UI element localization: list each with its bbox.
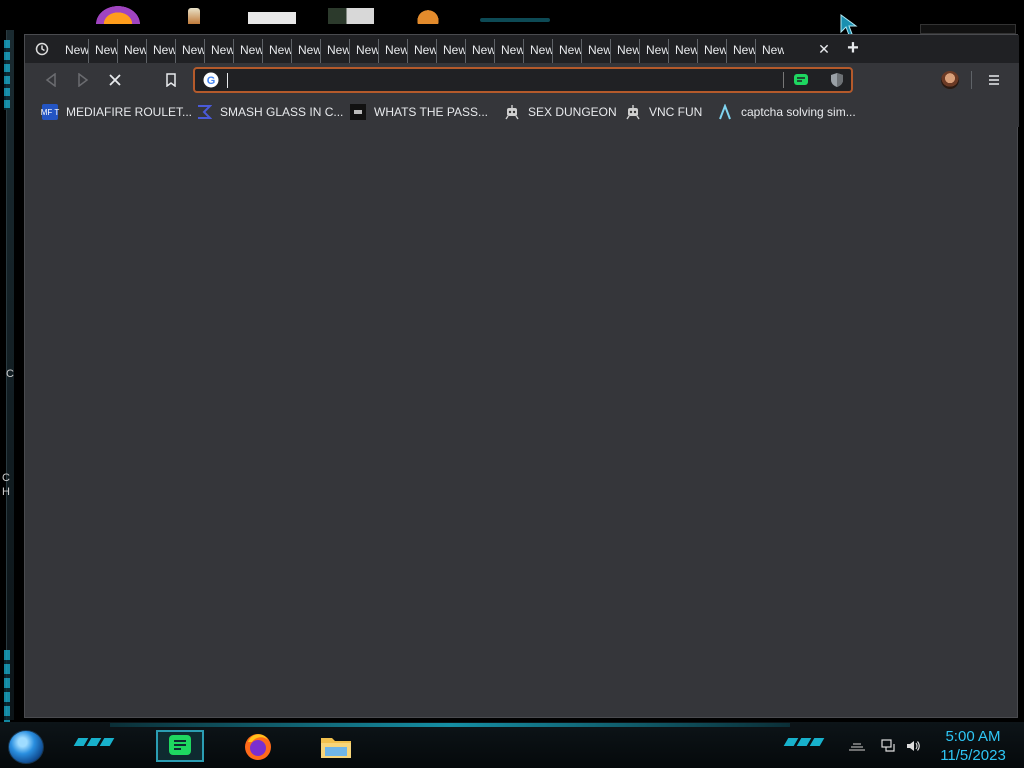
browser-tab[interactable]: New <box>726 39 755 63</box>
browser-tab[interactable]: New <box>407 39 436 63</box>
browser-tab[interactable]: New <box>117 39 146 63</box>
bookmark-item[interactable]: MF T MEDIAFIRE ROULET... <box>41 103 193 121</box>
desktop-icon-fragment-orange[interactable] <box>416 8 440 24</box>
bookmark-item[interactable]: SMASH GLASS IN C... <box>196 103 343 121</box>
tab-strip: New New New New New New New New New New New New New N… <box>25 35 1019 63</box>
address-input[interactable] <box>231 70 771 90</box>
robot-icon <box>504 104 520 120</box>
browser-tab[interactable]: New <box>146 39 175 63</box>
tab-close-icon[interactable]: ✕ <box>815 40 833 58</box>
bookmark-item[interactable]: captcha solving sim... <box>717 103 856 121</box>
lambda-icon <box>717 104 733 120</box>
toolbar-divider <box>971 71 972 89</box>
network-icon[interactable] <box>880 738 898 754</box>
tray-overflow-icon[interactable] <box>848 738 866 754</box>
sigma-icon <box>196 104 212 120</box>
desktop-icon-fragment-fire[interactable] <box>96 6 140 24</box>
text-caret <box>227 73 228 88</box>
taskbar-chevrons-left <box>73 738 115 748</box>
browser-tab[interactable]: New <box>175 39 204 63</box>
desktop-icon-fragment-window[interactable] <box>248 12 296 24</box>
browser-tab[interactable]: New <box>436 39 465 63</box>
firefox-icon[interactable] <box>240 730 276 762</box>
browser-tab[interactable]: New <box>59 39 88 63</box>
desktop-icon-fragment-app[interactable] <box>328 8 374 24</box>
bookmark-page-icon[interactable] <box>159 69 183 91</box>
mediafire-icon: MF T <box>41 104 59 120</box>
google-icon: G <box>203 72 219 88</box>
taskbar <box>0 722 1024 768</box>
taskbar-accent-line <box>110 723 790 727</box>
notes-app-icon[interactable] <box>156 730 204 762</box>
top-frame-accent <box>480 18 550 22</box>
browser-tab[interactable]: New <box>349 39 378 63</box>
file-explorer-icon[interactable] <box>318 730 354 762</box>
browser-tab[interactable]: New <box>465 39 494 63</box>
desktop-edge-label: C <box>2 472 10 484</box>
browser-tab[interactable]: New <box>697 39 726 63</box>
desktop-icon-fragment-bottle[interactable] <box>188 8 200 24</box>
bookmark-label: WHATS THE PASS... <box>374 105 489 119</box>
bookmark-label: VNC FUN <box>649 105 703 119</box>
chat-extension-icon[interactable] <box>793 72 809 88</box>
page-content-area[interactable] <box>25 127 1017 717</box>
start-button[interactable] <box>8 730 44 764</box>
bookmark-item[interactable]: VNC FUN <box>625 103 702 121</box>
tab-list: New New New New New New New New New New New New New N… <box>59 39 784 63</box>
bookmarks-bar: MF T MEDIAFIRE ROULET... SMASH GLASS IN … <box>25 97 1019 127</box>
top-right-frame <box>920 24 1016 34</box>
bookmark-label: captcha solving sim... <box>741 105 856 119</box>
browser-tab[interactable]: New <box>88 39 117 63</box>
browser-tab[interactable]: New <box>552 39 581 63</box>
browser-tab[interactable]: New <box>523 39 552 63</box>
desktop-edge-label: C <box>6 368 14 380</box>
browser-tab[interactable]: New <box>668 39 697 63</box>
browser-tab[interactable]: New <box>233 39 262 63</box>
browser-tab[interactable]: New <box>320 39 349 63</box>
stop-loading-button[interactable] <box>103 69 127 91</box>
browser-tab[interactable]: New <box>204 39 233 63</box>
robot-icon <box>625 104 641 120</box>
shield-extension-icon[interactable] <box>829 72 845 88</box>
browser-tab[interactable]: New <box>291 39 320 63</box>
bookmark-label: SMASH GLASS IN C... <box>220 105 344 119</box>
address-bar[interactable]: G <box>193 67 853 93</box>
desktop: C C H New New New New New New New New New New New N… <box>0 0 1024 768</box>
bookmark-item[interactable]: WHATS THE PASS... <box>350 103 488 121</box>
menu-icon[interactable] <box>985 71 1003 89</box>
profile-avatar[interactable] <box>941 71 959 89</box>
new-tab-button[interactable]: + <box>843 38 863 59</box>
browser-tab[interactable]: New <box>610 39 639 63</box>
browser-tab[interactable]: New <box>262 39 291 63</box>
taskbar-clock[interactable]: 5:00 AM 11/5/2023 <box>930 727 1016 765</box>
volume-icon[interactable] <box>904 738 922 754</box>
browser-tab[interactable]: New <box>378 39 407 63</box>
browser-tab[interactable]: New <box>494 39 523 63</box>
desktop-edge-label: H <box>2 486 10 498</box>
dark-site-icon <box>350 104 366 120</box>
clock-time: 5:00 AM <box>945 728 1001 745</box>
bookmark-label: MEDIAFIRE ROULET... <box>66 105 193 119</box>
bookmark-label: SEX DUNGEON <box>528 105 617 119</box>
browser-window: New New New New New New New New New New New New New N… <box>24 34 1019 718</box>
left-frame-glow-top <box>4 40 10 110</box>
browser-tab[interactable]: New <box>581 39 610 63</box>
back-button[interactable] <box>39 69 63 91</box>
browser-tab[interactable]: New <box>755 39 784 63</box>
bookmark-item[interactable]: SEX DUNGEON <box>504 103 617 121</box>
clock-date: 11/5/2023 <box>940 747 1006 764</box>
forward-button[interactable] <box>71 69 95 91</box>
browser-tab[interactable]: New <box>639 39 668 63</box>
tab-search-history-icon[interactable] <box>31 39 53 59</box>
browser-toolbar: G <box>25 63 1019 97</box>
taskbar-chevrons-right <box>783 738 825 748</box>
address-bar-divider <box>783 72 784 88</box>
svg-text:G: G <box>207 75 216 87</box>
